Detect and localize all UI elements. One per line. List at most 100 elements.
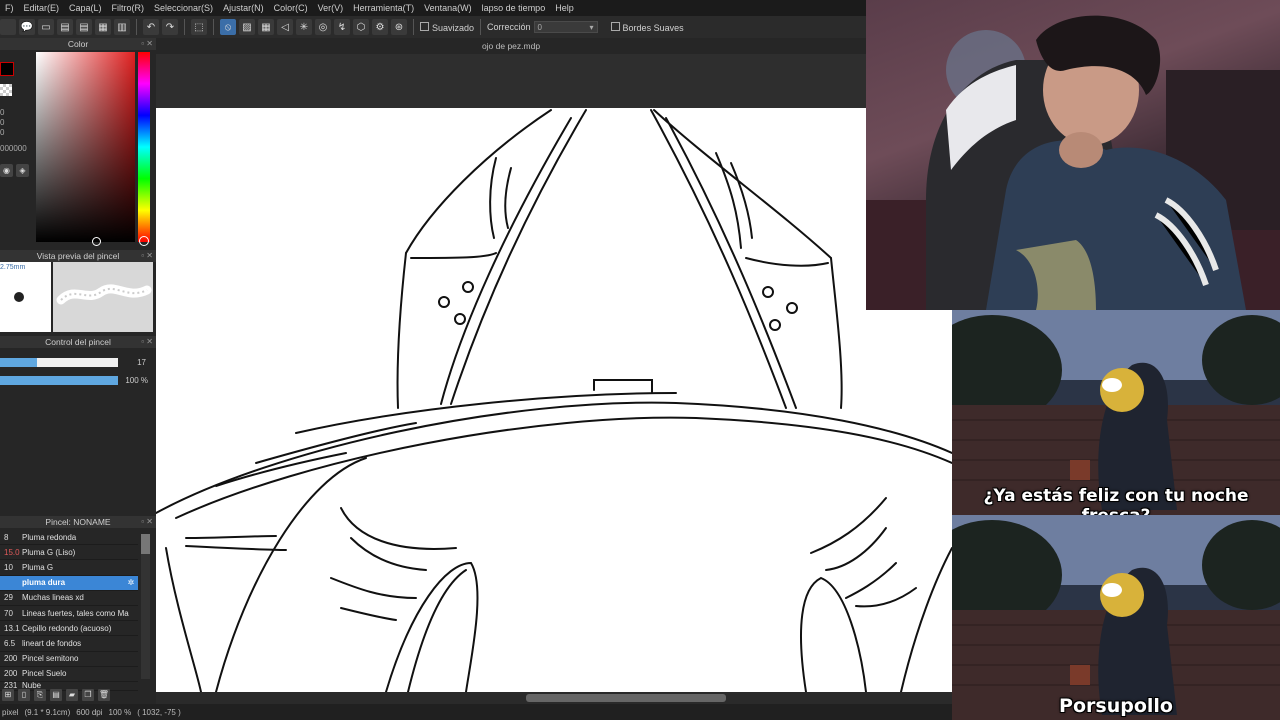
brush-item[interactable]: 29 Muchas lineas xd bbox=[0, 591, 138, 606]
toolbar-separator bbox=[413, 19, 414, 35]
left-panel: Color ▫ ✕ 0 0 0 000000 ◉ ◈ Vista previa d… bbox=[0, 38, 156, 704]
saturation-value-picker[interactable] bbox=[36, 52, 135, 242]
tool-1-icon[interactable] bbox=[0, 19, 16, 35]
brush-name: Pincel semitono bbox=[22, 654, 79, 664]
brush-name: Cepillo redondo (acuoso) bbox=[22, 623, 112, 633]
menu-timelapse[interactable]: lapso de tiempo bbox=[477, 3, 551, 13]
document-title: ojo de pez.mdp bbox=[156, 38, 866, 54]
brush-item[interactable]: 200 Pincel Suelo bbox=[0, 667, 138, 682]
pin-icon[interactable]: ▫ ✕ bbox=[141, 516, 153, 528]
brush-opacity-slider[interactable] bbox=[0, 376, 118, 385]
trash-icon[interactable]: 🗑 bbox=[98, 689, 110, 701]
snap-crisscross-icon[interactable]: ▦ bbox=[258, 19, 274, 35]
brush-size-slider[interactable] bbox=[0, 358, 118, 367]
speech-bubble-icon[interactable]: 💬 bbox=[19, 19, 35, 35]
brush-item[interactable]: 8 Pluma redonda bbox=[0, 530, 138, 546]
menu-color[interactable]: Color(C) bbox=[269, 3, 313, 13]
text-bubble-icon[interactable]: ▭ bbox=[38, 19, 54, 35]
g-value: 0 bbox=[0, 118, 5, 127]
page-2-icon[interactable]: ▤ bbox=[76, 19, 92, 35]
webcam-overlay bbox=[866, 0, 1280, 310]
toolbar: 💬 ▭ ▤ ▤ ▦ ▥ ↶ ↷ ⬚ ⦸ ▨ ▦ ◁ ✳ ◎ ↯ ⬡ ⚙ ⊛ Su… bbox=[0, 16, 866, 38]
snap-off-icon[interactable]: ⦸ bbox=[220, 19, 236, 35]
eyedropper-icon[interactable]: ◉ bbox=[0, 164, 13, 177]
brush-opacity-value: 100 % bbox=[125, 376, 148, 385]
canvas-area: ojo de pez.mdp bbox=[156, 38, 952, 704]
menu-filter[interactable]: Filtro(R) bbox=[107, 3, 150, 13]
canvas-horizontal-scrollbar[interactable] bbox=[156, 692, 952, 704]
snap-vanishing-icon[interactable]: ◁ bbox=[277, 19, 293, 35]
brush-stroke-preview bbox=[53, 262, 153, 332]
panel-header: Control del pincel ▫ ✕ bbox=[0, 336, 156, 348]
status-dpi: 600 dpi bbox=[76, 707, 103, 717]
menu-adjust[interactable]: Ajustar(N) bbox=[218, 3, 269, 13]
folder-icon[interactable]: ▰ bbox=[66, 689, 78, 701]
snap-settings-icon[interactable]: ⚙ bbox=[372, 19, 388, 35]
brush-size: 13.1 bbox=[4, 623, 20, 633]
foreground-color-swatch[interactable] bbox=[0, 62, 14, 76]
snap-curve-icon[interactable]: ↯ bbox=[334, 19, 350, 35]
correccion-select[interactable]: 0 ▾ bbox=[533, 21, 598, 33]
menu-select[interactable]: Seleccionar(S) bbox=[149, 3, 218, 13]
bordes-suaves-checkbox[interactable]: Bordes Suaves bbox=[610, 21, 684, 33]
brush-item-selected[interactable]: pluma dura ✲ bbox=[0, 575, 138, 591]
undo-icon[interactable]: ↶ bbox=[143, 19, 159, 35]
brush-item[interactable]: 200 Pincel semitono bbox=[0, 652, 138, 667]
snap-fisheye-icon[interactable]: ⊛ bbox=[391, 19, 407, 35]
brush-size: 200 bbox=[4, 669, 18, 679]
brush-list-scrollbar[interactable] bbox=[141, 534, 150, 679]
pin-icon[interactable]: ▫ ✕ bbox=[141, 38, 153, 50]
pin-icon[interactable]: ▫ ✕ bbox=[141, 336, 153, 348]
drawing-canvas[interactable] bbox=[156, 108, 952, 692]
layout-icon[interactable]: ▥ bbox=[114, 19, 130, 35]
page-icon[interactable]: ▤ bbox=[57, 19, 73, 35]
copy-icon[interactable]: ⎘ bbox=[34, 689, 46, 701]
correccion-value: 0 bbox=[537, 22, 542, 32]
brush-item[interactable]: 10 Pluma G bbox=[0, 560, 138, 576]
layer-tool-icon[interactable]: ⊞ bbox=[2, 689, 14, 701]
snap-radial-icon[interactable]: ✳ bbox=[296, 19, 312, 35]
deselect-icon[interactable]: ⬚ bbox=[191, 19, 207, 35]
hue-cursor[interactable] bbox=[139, 236, 149, 246]
menu-edit[interactable]: Editar(E) bbox=[19, 3, 65, 13]
pin-icon[interactable]: ▫ ✕ bbox=[141, 250, 153, 262]
snap-circle-icon[interactable]: ◎ bbox=[315, 19, 331, 35]
brush-name: Pincel Suelo bbox=[22, 669, 67, 679]
suavizado-checkbox[interactable]: Suavizado bbox=[420, 21, 474, 33]
snap-3d-icon[interactable]: ⬡ bbox=[353, 19, 369, 35]
scroll-thumb[interactable] bbox=[141, 534, 150, 554]
gear-icon[interactable]: ✲ bbox=[124, 578, 138, 587]
checkbox-icon[interactable] bbox=[610, 21, 620, 31]
brush-size-value: 17 bbox=[137, 358, 146, 367]
document-icon[interactable]: ▤ bbox=[50, 689, 62, 701]
menu-tool[interactable]: Herramienta(T) bbox=[348, 3, 419, 13]
new-page-icon[interactable]: ▯ bbox=[18, 689, 30, 701]
transparent-color-swatch[interactable] bbox=[0, 84, 12, 96]
menu-window[interactable]: Ventana(W) bbox=[419, 3, 477, 13]
color-panel: Color ▫ ✕ 0 0 0 000000 ◉ ◈ bbox=[0, 38, 156, 248]
duplicate-icon[interactable]: ❐ bbox=[82, 689, 94, 701]
menu-help[interactable]: Help bbox=[550, 3, 579, 13]
hue-slider[interactable] bbox=[138, 52, 150, 242]
brush-name: Pluma G bbox=[22, 562, 54, 572]
sv-cursor[interactable] bbox=[92, 237, 101, 246]
menu-view[interactable]: Ver(V) bbox=[313, 3, 349, 13]
menu-layer[interactable]: Capa(L) bbox=[64, 3, 107, 13]
brush-item[interactable]: 6.5 lineart de fondos bbox=[0, 636, 138, 652]
hex-value[interactable]: 000000 bbox=[0, 144, 27, 153]
menu-bar: F) Editar(E) Capa(L) Filtro(R) Seleccion… bbox=[0, 0, 866, 16]
brush-item[interactable]: 15.0 Pluma G (Liso) bbox=[0, 545, 138, 561]
brush-dot-preview: 2.75mm bbox=[0, 262, 51, 332]
snap-parallel-icon[interactable]: ▨ bbox=[239, 19, 255, 35]
brush-item[interactable]: 13.1 Cepillo redondo (acuoso) bbox=[0, 621, 138, 637]
brush-item[interactable]: 70 Lineas fuertes, tales como Ma bbox=[0, 606, 138, 622]
scroll-thumb[interactable] bbox=[526, 694, 726, 702]
redo-icon[interactable]: ↷ bbox=[162, 19, 178, 35]
meme-panel-top: ¿Ya estás feliz con tu noche fresca? bbox=[952, 310, 1280, 515]
palette-icon[interactable]: ◈ bbox=[16, 164, 29, 177]
rgb-values: 0 0 0 bbox=[0, 108, 4, 138]
menu-file[interactable]: F) bbox=[0, 3, 19, 13]
grid-icon[interactable]: ▦ bbox=[95, 19, 111, 35]
checkbox-icon[interactable] bbox=[420, 21, 429, 31]
brush-size: 70 bbox=[4, 608, 13, 618]
